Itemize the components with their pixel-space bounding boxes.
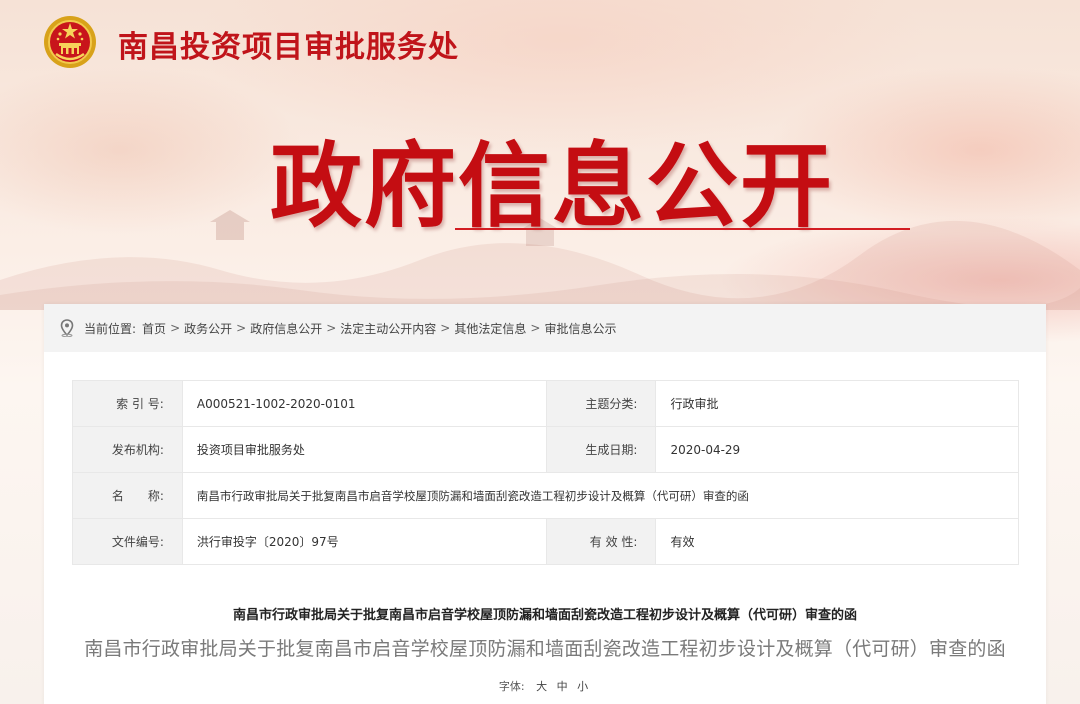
index-value: A000521-1002-2020-0101 <box>181 380 547 427</box>
breadcrumb-separator: > <box>530 321 541 335</box>
breadcrumb-gov-affairs[interactable]: 政务公开 <box>184 320 232 337</box>
content-panel: 当前位置: 首页 > 政务公开 > 政府信息公开 > 法定主动公开内容 > 其他… <box>44 304 1046 704</box>
date-value: 2020-04-29 <box>655 426 1019 473</box>
breadcrumb-separator: > <box>326 321 337 335</box>
name-label: 名 称: <box>72 472 183 519</box>
docno-value: 洪行审投字〔2020〕97号 <box>181 518 547 565</box>
category-value: 行政审批 <box>655 380 1019 427</box>
national-emblem-icon <box>44 16 96 68</box>
name-value: 南昌市行政审批局关于批复南昌市启音学校屋顶防漏和墙面刮瓷改造工程初步设计及概算（… <box>181 472 1020 519</box>
breadcrumb-legal-content[interactable]: 法定主动公开内容 <box>340 320 436 337</box>
docno-label: 文件编号: <box>72 518 183 565</box>
document-title: 南昌市行政审批局关于批复南昌市启音学校屋顶防漏和墙面刮瓷改造工程初步设计及概算（… <box>84 638 1006 660</box>
document-metadata-table: 索 引 号: A000521-1002-2020-0101 主题分类: 行政审批… <box>72 380 1020 565</box>
org-name: 南昌投资项目审批服务处 <box>118 30 459 65</box>
category-label: 主题分类: <box>545 380 657 427</box>
breadcrumb-separator: > <box>440 321 451 335</box>
font-size-label: 字体: <box>498 680 525 693</box>
location-pin-icon <box>60 319 74 337</box>
breadcrumb-other-info[interactable]: 其他法定信息 <box>454 320 526 337</box>
validity-value: 有效 <box>655 518 1019 565</box>
banner-title: 政府信息公开 <box>270 133 835 240</box>
validity-label: 有 效 性: <box>545 518 657 565</box>
breadcrumb-gov-info[interactable]: 政府信息公开 <box>250 320 322 337</box>
publisher-value: 投资项目审批服务处 <box>181 426 547 473</box>
font-size-large-button[interactable]: 大 <box>536 680 547 693</box>
publisher-label: 发布机构: <box>72 426 183 473</box>
font-size-small-button[interactable]: 小 <box>577 680 588 693</box>
index-label: 索 引 号: <box>72 380 183 427</box>
breadcrumb-home[interactable]: 首页 <box>142 320 166 337</box>
table-row: 索 引 号: A000521-1002-2020-0101 主题分类: 行政审批 <box>72 380 1019 427</box>
breadcrumb-approval-info[interactable]: 审批信息公示 <box>544 320 616 337</box>
document-title-bold: 南昌市行政审批局关于批复南昌市启音学校屋顶防漏和墙面刮瓷改造工程初步设计及概算（… <box>232 608 857 623</box>
breadcrumb-separator: > <box>236 321 247 335</box>
table-row: 文件编号: 洪行审投字〔2020〕97号 有 效 性: 有效 <box>72 518 1019 565</box>
breadcrumb-separator: > <box>170 321 181 335</box>
title-underline <box>455 228 910 230</box>
table-row: 发布机构: 投资项目审批服务处 生成日期: 2020-04-29 <box>72 426 1019 473</box>
breadcrumb: 当前位置: 首页 > 政务公开 > 政府信息公开 > 法定主动公开内容 > 其他… <box>44 304 1046 352</box>
font-size-medium-button[interactable]: 中 <box>557 680 568 693</box>
table-row: 名 称: 南昌市行政审批局关于批复南昌市启音学校屋顶防漏和墙面刮瓷改造工程初步设… <box>72 472 1020 519</box>
font-size-selector: 字体: 大 中 小 <box>44 678 1046 694</box>
date-label: 生成日期: <box>545 426 657 473</box>
breadcrumb-prefix: 当前位置: <box>84 321 137 336</box>
